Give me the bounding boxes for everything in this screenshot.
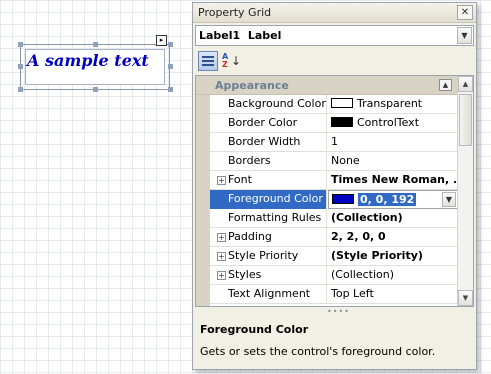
property-name: Border Color	[210, 114, 327, 133]
description-text: Gets or sets the control's foreground co…	[200, 345, 436, 358]
description-splitter[interactable]: ••••	[195, 307, 474, 316]
property-grid-window: Property Grid ✕ Label1 Label ▼ A Z ↓ Appea…	[192, 2, 477, 370]
resize-handle-bottom-right[interactable]	[168, 87, 173, 92]
alphabetical-view-button[interactable]: A Z ↓	[220, 51, 241, 71]
categorized-icon	[202, 55, 214, 67]
property-value[interactable]: Top Left	[328, 285, 458, 304]
property-name: Formatting Rules	[210, 209, 327, 228]
expand-icon[interactable]: +	[217, 271, 226, 280]
property-name-text: Padding	[228, 230, 272, 243]
property-gutter	[196, 95, 210, 306]
property-name: Text Alignment	[210, 285, 327, 304]
category-label: Appearance	[215, 79, 289, 92]
property-row-borders[interactable]: Borders None	[210, 152, 458, 171]
property-value[interactable]: None	[328, 152, 458, 171]
property-name-text: Style Priority	[228, 249, 299, 262]
property-value-editor[interactable]: 0, 0, 192 ▼	[328, 190, 458, 209]
scroll-thumb[interactable]	[459, 94, 472, 146]
component-selector-value: Label1 Label	[199, 29, 281, 42]
property-value[interactable]: (Collection)	[328, 209, 458, 228]
property-list[interactable]: Appearance ▲ Background Color Transparen…	[195, 75, 474, 307]
property-row-foreground-color[interactable]: Foreground Color 0, 0, 192 ▼	[210, 190, 458, 209]
property-row-styles[interactable]: + Styles (Collection)	[210, 266, 458, 285]
property-value[interactable]: ControlText	[328, 114, 458, 133]
property-value[interactable]: 1	[328, 133, 458, 152]
property-name: + Font	[210, 171, 327, 190]
grip-icon: ••••	[327, 307, 350, 316]
categorized-view-button[interactable]	[198, 51, 218, 71]
collapse-icon[interactable]: ▲	[439, 79, 452, 91]
resize-handle-right[interactable]	[168, 64, 173, 69]
property-row-border-width[interactable]: Border Width 1	[210, 133, 458, 152]
property-name-text: Styles	[228, 268, 262, 281]
property-row-border-color[interactable]: Border Color ControlText	[210, 114, 458, 133]
resize-handle-bottom-left[interactable]	[18, 87, 23, 92]
property-name-text: Font	[228, 173, 252, 186]
resize-handle-top-right[interactable]	[168, 42, 173, 47]
chevron-down-icon[interactable]: ▼	[457, 27, 472, 44]
property-value-text[interactable]: 0, 0, 192	[358, 193, 417, 206]
component-name: Label1	[199, 29, 241, 42]
label-control[interactable]: A sample text	[20, 44, 170, 90]
component-type: Label	[247, 29, 282, 42]
property-name: Foreground Color	[210, 190, 327, 209]
property-value[interactable]: Times New Roman, ...	[328, 171, 458, 190]
color-swatch	[332, 194, 354, 204]
property-value[interactable]: Transparent	[328, 95, 458, 114]
property-row-style-priority[interactable]: + Style Priority (Style Priority)	[210, 247, 458, 266]
property-name: + Styles	[210, 266, 327, 285]
expand-icon[interactable]: +	[217, 252, 226, 261]
description-title: Foreground Color	[200, 323, 309, 336]
resize-handle-bottom[interactable]	[93, 87, 98, 92]
property-name: Borders	[210, 152, 327, 171]
vertical-scrollbar[interactable]: ▲ ▼	[457, 76, 473, 306]
property-name: + Padding	[210, 228, 327, 247]
property-row-formatting-rules[interactable]: Formatting Rules (Collection)	[210, 209, 458, 228]
property-value[interactable]: (Style Priority)	[328, 247, 458, 266]
scroll-down-icon[interactable]: ▼	[458, 290, 473, 306]
property-value[interactable]: (Collection)	[328, 266, 458, 285]
label-text: A sample text	[27, 51, 149, 70]
category-row-appearance[interactable]: Appearance ▲	[196, 76, 458, 95]
window-title: Property Grid	[198, 6, 272, 19]
resize-handle-top-left[interactable]	[18, 42, 23, 47]
color-swatch	[331, 98, 353, 108]
chevron-down-icon[interactable]: ▼	[442, 192, 456, 207]
resize-handle-top[interactable]	[93, 42, 98, 47]
smart-tag-icon[interactable]: ▸	[156, 35, 167, 46]
property-name: Background Color	[210, 95, 327, 114]
property-value[interactable]: 2, 2, 0, 0	[328, 228, 458, 247]
property-row-background-color[interactable]: Background Color Transparent	[210, 95, 458, 114]
close-icon[interactable]: ✕	[457, 5, 473, 20]
property-grid-titlebar[interactable]: Property Grid ✕	[193, 3, 476, 23]
property-value-text: Transparent	[357, 97, 423, 110]
resize-handle-left[interactable]	[18, 64, 23, 69]
property-row-text-alignment[interactable]: Text Alignment Top Left	[210, 285, 458, 304]
color-swatch	[331, 117, 353, 127]
property-row-font[interactable]: + Font Times New Roman, ...	[210, 171, 458, 190]
description-panel: Foreground Color Gets or sets the contro…	[195, 315, 474, 367]
property-grid-toolbar: A Z ↓	[193, 48, 476, 74]
property-name: + Style Priority	[210, 247, 327, 266]
scroll-up-icon[interactable]: ▲	[458, 76, 473, 92]
property-value-text: ControlText	[357, 116, 420, 129]
property-name: Border Width	[210, 133, 327, 152]
expand-icon[interactable]: +	[217, 233, 226, 242]
expand-icon[interactable]: +	[217, 176, 226, 185]
property-rows: Appearance ▲ Background Color Transparen…	[196, 76, 458, 306]
property-row-padding[interactable]: + Padding 2, 2, 0, 0	[210, 228, 458, 247]
component-selector[interactable]: Label1 Label ▼	[195, 25, 474, 46]
